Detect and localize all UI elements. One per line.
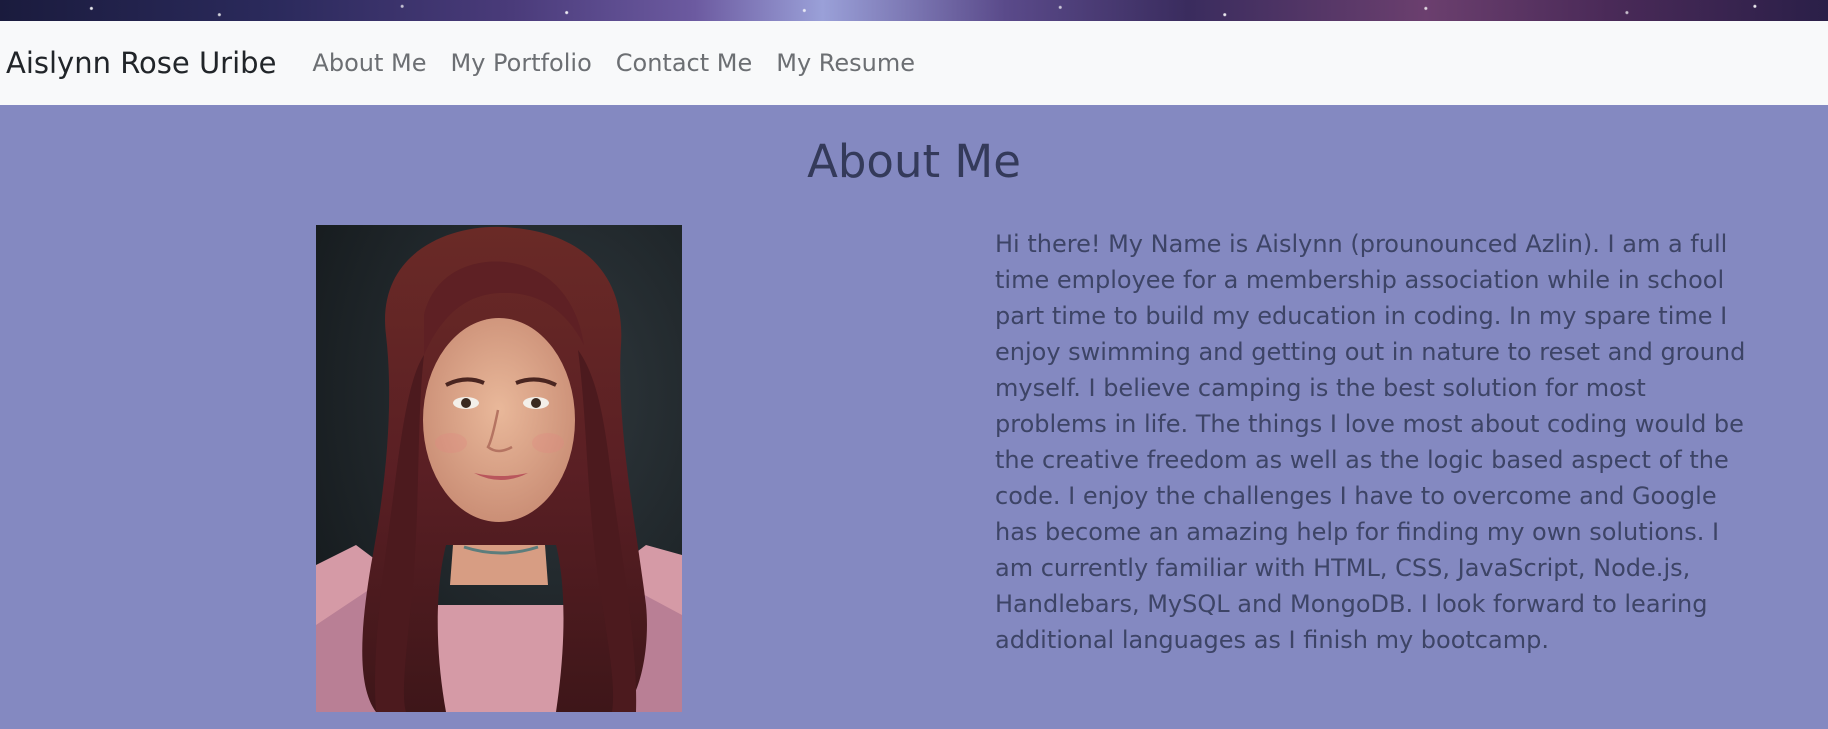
navbar: Aislynn Rose Uribe About Me My Portfolio… xyxy=(0,21,1828,105)
navbar-brand[interactable]: Aislynn Rose Uribe xyxy=(6,46,276,80)
nav-links: About Me My Portfolio Contact Me My Resu… xyxy=(300,49,927,77)
page-title: About Me xyxy=(807,135,1021,188)
profile-photo xyxy=(316,225,682,712)
nav-link-my-resume[interactable]: My Resume xyxy=(764,49,927,77)
about-me-bio: Hi there! My Name is Aislynn (prounounce… xyxy=(995,230,1746,654)
nav-link-contact-me[interactable]: Contact Me xyxy=(604,49,764,77)
nav-link-my-portfolio[interactable]: My Portfolio xyxy=(438,49,603,77)
nav-link-about-me[interactable]: About Me xyxy=(300,49,438,77)
galaxy-header-banner xyxy=(0,0,1828,21)
